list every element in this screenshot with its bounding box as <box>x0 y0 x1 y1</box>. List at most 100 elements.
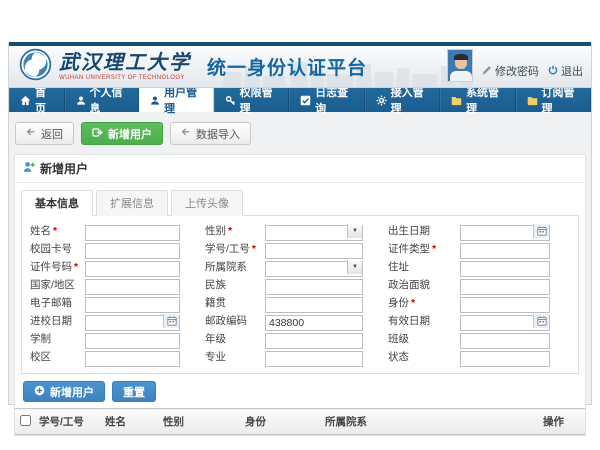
form-row: 进校日期 邮政编码 有效日期 <box>30 312 574 329</box>
back-button[interactable]: 返回 <box>15 122 74 145</box>
university-name-block: 武汉理工大学 WUHAN UNIVERSITY OF TECHNOLOGY <box>59 53 191 81</box>
nav-item-home[interactable]: 首页 <box>9 88 65 112</box>
nav-item-profile[interactable]: 个人信息 <box>65 88 140 112</box>
nav-item-label: 用户管理 <box>164 84 203 116</box>
form-row: 校区专业状态 <box>30 348 574 365</box>
content-area: 返回 新增用户 数据导入 新增用户 基本信息扩展信息上传头像 姓名*性别*▼出生… <box>9 112 591 436</box>
pencil-icon <box>482 65 492 78</box>
field-gender: 性别*▼ <box>205 223 363 239</box>
field-class: 班级 <box>388 331 550 347</box>
field-id-number: 证件号码* <box>30 259 180 275</box>
log-icon <box>300 95 311 106</box>
field-label-schooling: 学制 <box>30 331 85 346</box>
field-label-native-place: 籍贯 <box>205 295 265 310</box>
field-country: 国家/地区 <box>30 277 180 293</box>
id-type-input[interactable] <box>460 243 550 259</box>
id-number-input[interactable] <box>85 261 180 277</box>
column-header-1: 姓名 <box>101 409 159 435</box>
major-input[interactable] <box>265 351 363 367</box>
class-input[interactable] <box>460 333 550 349</box>
nav-item-label: 订阅管理 <box>542 84 580 116</box>
field-label-valid-date: 有效日期 <box>388 313 460 328</box>
data-import-button[interactable]: 数据导入 <box>170 122 251 145</box>
name-input[interactable] <box>85 225 180 241</box>
postal-code-input[interactable] <box>265 315 363 331</box>
field-label-enroll-date: 进校日期 <box>30 313 85 328</box>
select-all-checkbox[interactable] <box>20 415 31 426</box>
campus-input[interactable] <box>85 351 180 367</box>
form-tabs: 基本信息扩展信息上传头像 <box>21 190 579 215</box>
calendar-icon[interactable] <box>533 224 549 238</box>
nav-item-log-query[interactable]: 日志查询 <box>289 88 364 112</box>
select-all-header <box>15 409 35 435</box>
required-asterisk: * <box>252 243 256 255</box>
student-id-input[interactable] <box>265 243 363 259</box>
main-nav: 首页个人信息用户管理权限管理日志查询接入管理系统管理订阅管理 <box>9 88 591 112</box>
panel-title-row: 新增用户 <box>15 155 585 183</box>
app-window: 武汉理工大学 WUHAN UNIVERSITY OF TECHNOLOGY 统一… <box>8 42 592 405</box>
field-label-department: 所属院系 <box>205 259 265 274</box>
tab-basic-info[interactable]: 基本信息 <box>21 190 93 216</box>
university-name-cn: 武汉理工大学 <box>59 53 191 73</box>
field-label-identity: 身份* <box>388 295 460 310</box>
new-user-panel: 新增用户 基本信息扩展信息上传头像 姓名*性别*▼出生日期校园卡号学号/工号*证… <box>14 154 586 436</box>
grade-input[interactable] <box>265 333 363 349</box>
field-label-country: 国家/地区 <box>30 277 85 292</box>
tab-upload-avatar[interactable]: 上传头像 <box>171 190 243 216</box>
nav-item-access-management[interactable]: 接入管理 <box>365 88 440 112</box>
submit-add-user-button[interactable]: 新增用户 <box>23 381 105 402</box>
reset-button[interactable]: 重置 <box>112 381 156 402</box>
tab-extended-info[interactable]: 扩展信息 <box>96 190 168 216</box>
field-grade: 年级 <box>205 331 363 347</box>
avatar <box>447 49 473 82</box>
field-label-major: 专业 <box>205 349 265 364</box>
form-row: 学制 年级 班级 <box>30 330 574 347</box>
calendar-icon[interactable] <box>533 314 549 328</box>
identity-input[interactable] <box>460 297 550 313</box>
field-status: 状态 <box>388 349 550 365</box>
field-major: 专业 <box>205 349 363 365</box>
chevron-down-icon[interactable]: ▼ <box>347 224 362 238</box>
column-header-4: 所属院系 <box>321 409 539 435</box>
email-input[interactable] <box>85 297 180 313</box>
key-icon <box>225 95 236 106</box>
field-label-ethnicity: 民族 <box>205 277 265 292</box>
nav-item-system-management[interactable]: 系统管理 <box>440 88 515 112</box>
column-header-3: 身份 <box>241 409 321 435</box>
nav-item-permission-management[interactable]: 权限管理 <box>214 88 289 112</box>
field-label-address: 住址 <box>388 259 460 274</box>
field-label-postal-code: 邮政编码 <box>205 313 265 328</box>
field-label-political-status: 政治面貌 <box>388 277 460 292</box>
field-campus-card: 校园卡号 <box>30 241 180 257</box>
user-icon <box>76 95 86 106</box>
header-right: 修改密码 退出 <box>447 49 583 82</box>
nav-item-subscription-management[interactable]: 订阅管理 <box>516 88 591 112</box>
gear-icon <box>376 95 387 106</box>
ethnicity-input[interactable] <box>265 279 363 295</box>
address-input[interactable] <box>460 261 550 277</box>
user-icon <box>150 95 160 106</box>
required-asterisk: * <box>74 261 78 273</box>
chevron-down-icon[interactable]: ▼ <box>347 260 362 274</box>
nav-item-user-management[interactable]: 用户管理 <box>139 88 214 112</box>
form-grid: 姓名*性别*▼出生日期校园卡号学号/工号*证件类型*证件号码*所属院系▼住址国家… <box>21 215 579 374</box>
results-header-row: 学号/工号姓名性别身份所属院系操作 <box>15 409 585 435</box>
logout-link[interactable]: 退出 <box>548 63 583 82</box>
status-input[interactable] <box>460 351 550 367</box>
field-political-status: 政治面貌 <box>388 277 550 293</box>
university-name-en: WUHAN UNIVERSITY OF TECHNOLOGY <box>59 75 191 81</box>
arrow-left-icon <box>181 127 191 140</box>
country-input[interactable] <box>85 279 180 295</box>
calendar-icon[interactable] <box>163 314 179 328</box>
form-row: 国家/地区 民族 政治面貌 <box>30 276 574 293</box>
form-row: 姓名*性别*▼出生日期 <box>30 222 574 239</box>
plus-circle-icon <box>34 385 45 399</box>
schooling-input[interactable] <box>85 333 180 349</box>
change-password-link[interactable]: 修改密码 <box>482 63 539 82</box>
home-icon <box>20 95 31 106</box>
results-table: 学号/工号姓名性别身份所属院系操作 <box>15 408 585 435</box>
political-status-input[interactable] <box>460 279 550 295</box>
add-user-toolbar-button[interactable]: 新增用户 <box>81 122 163 145</box>
campus-card-input[interactable] <box>85 243 180 259</box>
native-place-input[interactable] <box>265 297 363 313</box>
